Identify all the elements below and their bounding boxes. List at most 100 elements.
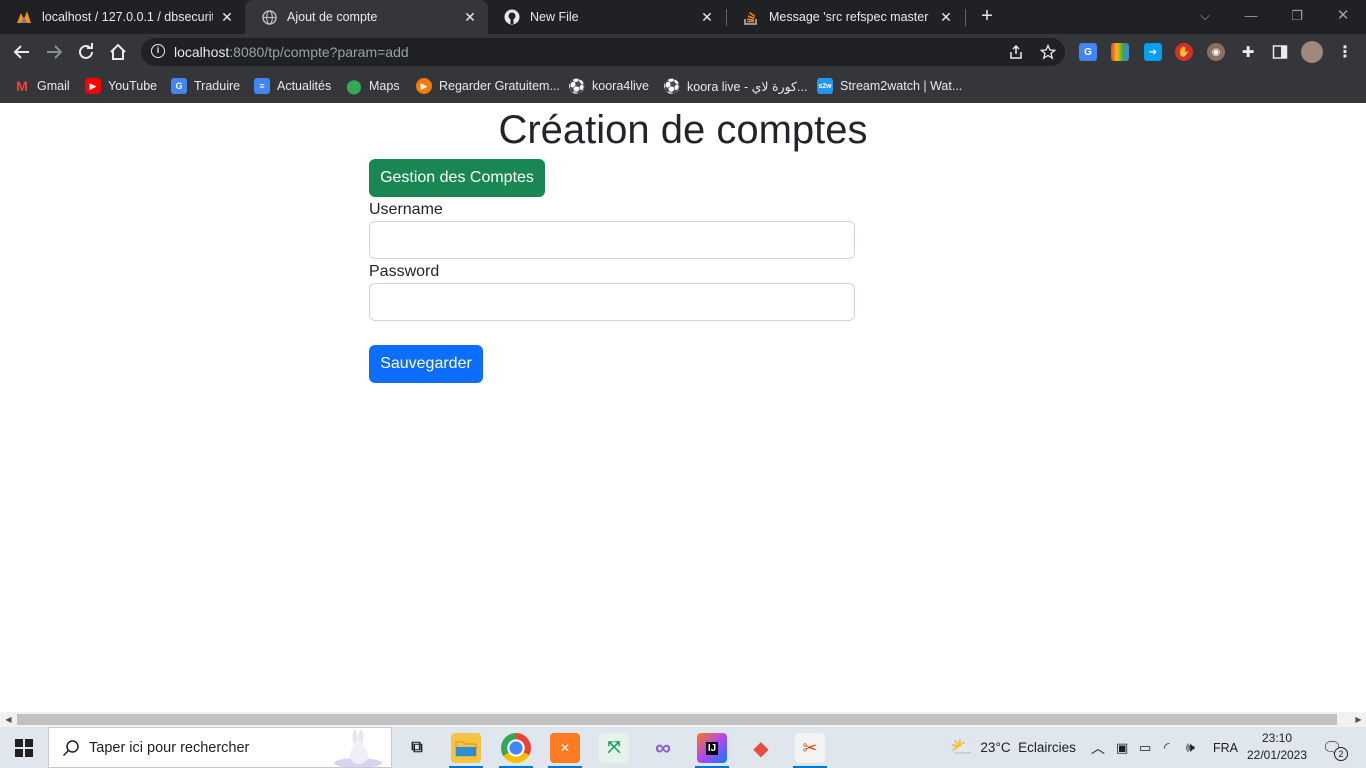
close-icon[interactable]: ✕ <box>699 9 715 25</box>
football-icon: ⚽ <box>568 77 586 94</box>
task-view-icon[interactable]: ⧉ <box>402 733 432 763</box>
tab-title: Ajout de compte <box>287 10 378 24</box>
tools-icon[interactable]: ⤧ <box>599 733 629 763</box>
tab-ajout-de-compte[interactable]: Ajout de compte ✕ <box>245 0 488 34</box>
bookmark-traduire[interactable]: G Traduire <box>171 77 240 95</box>
bookmark-youtube[interactable]: ▶ YouTube <box>85 77 157 95</box>
page-title: Création de comptes <box>498 108 868 152</box>
xampp-icon[interactable]: ✕ <box>550 733 580 763</box>
url-text[interactable]: localhost:8080/tp/compte?param=add <box>174 44 409 60</box>
bookmark-koora-live[interactable]: ⚽ koora live - كورة لاي... <box>663 77 807 95</box>
horizontal-scrollbar[interactable]: ◀ ▶ <box>0 712 1366 727</box>
bookmark-label: YouTube <box>108 79 158 93</box>
minimize-button[interactable]: — <box>1228 6 1274 26</box>
adblock-extension-icon[interactable]: ✋ <box>1175 43 1193 61</box>
reload-icon <box>79 43 93 59</box>
clock-time: 23:10 <box>1261 731 1293 745</box>
username-field[interactable] <box>369 221 855 259</box>
paint-icon[interactable]: ✂ <box>795 733 825 763</box>
show-hidden-icons-icon[interactable]: ︿ <box>1091 727 1105 768</box>
reload-button[interactable] <box>74 40 98 64</box>
bookmark-actualites[interactable]: ≡ Actualités <box>254 77 331 95</box>
restore-button[interactable]: ❐ <box>1274 6 1320 26</box>
kebab-menu-icon[interactable]: ⋮ <box>1336 43 1354 61</box>
star-icon[interactable] <box>1039 43 1057 61</box>
bookmark-gmail[interactable]: M Gmail <box>14 77 70 95</box>
taskbar-search[interactable]: Taper ici pour rechercher <box>48 727 392 768</box>
notifications-button[interactable]: 🗨 2 <box>1322 727 1348 768</box>
chrome-icon[interactable] <box>501 733 531 763</box>
bookmark-label: Regarder Gratuitem... <box>439 79 560 93</box>
side-panel-icon[interactable] <box>1271 43 1289 61</box>
avatar[interactable] <box>1301 41 1323 63</box>
home-button[interactable] <box>106 40 130 64</box>
weather-text: 23°C Eclaircies <box>980 740 1076 755</box>
scrollbar-thumb[interactable] <box>17 714 1337 725</box>
tab-strip: localhost / 127.0.0.1 / dbsecurite ✕ Ajo… <box>0 0 1366 34</box>
bookmark-label: Stream2watch | Wat... <box>840 79 963 93</box>
translate-icon: G <box>171 78 187 94</box>
weather-sun-cloud-icon: ⛅ <box>950 737 973 757</box>
git-kraken-icon[interactable]: ◆ <box>746 733 776 763</box>
password-label: Password <box>369 263 440 280</box>
browser-toolbar: i localhost:8080/tp/compte?param=add G ➔… <box>0 34 1366 70</box>
forward-button[interactable] <box>42 40 66 64</box>
bookmark-regarder[interactable]: ▶ Regarder Gratuitem... <box>416 77 560 95</box>
battery-icon[interactable]: ▭ <box>1139 727 1151 768</box>
manage-accounts-button[interactable]: Gestion des Comptes <box>369 159 545 197</box>
language-indicator[interactable]: FRA <box>1213 727 1238 768</box>
page-content: Création de comptes Gestion des Comptes … <box>0 103 1366 712</box>
close-window-button[interactable]: ✕ <box>1320 6 1366 26</box>
globe-icon <box>261 9 277 25</box>
close-icon[interactable]: ✕ <box>219 9 235 25</box>
tab-stackoverflow[interactable]: Message 'src refspec master doe ✕ <box>727 0 964 34</box>
tab-phpmyadmin[interactable]: localhost / 127.0.0.1 / dbsecurite ✕ <box>0 0 245 34</box>
windows-start-button[interactable] <box>0 727 48 768</box>
bookmark-maps[interactable]: ⬤ Maps <box>346 77 399 95</box>
bookmark-stream2watch[interactable]: s2w Stream2watch | Wat... <box>817 77 962 95</box>
weather-widget[interactable]: ⛅ 23°C Eclaircies <box>950 727 1076 768</box>
scroll-right-icon[interactable]: ▶ <box>1351 712 1366 727</box>
arrow-right-icon <box>47 45 63 59</box>
search-placeholder: Taper ici pour rechercher <box>89 740 250 756</box>
football-icon: ⚽ <box>663 77 681 94</box>
tab-search-chevron-icon[interactable]: ⌵ <box>1182 6 1228 26</box>
close-icon[interactable]: ✕ <box>462 9 478 25</box>
youtube-icon: ▶ <box>85 78 101 94</box>
url-host: localhost <box>174 44 230 60</box>
intellij-icon[interactable]: IJ <box>697 733 727 763</box>
tab-new-file[interactable]: New File ✕ <box>488 0 725 34</box>
face-extension-icon[interactable]: ◉ <box>1207 43 1225 61</box>
volume-icon[interactable]: 🕪 <box>1186 727 1195 768</box>
bookmark-label: Actualités <box>277 79 332 93</box>
clock[interactable]: 23:10 22/01/2023 <box>1245 730 1309 764</box>
back-button[interactable] <box>10 40 34 64</box>
url-path: :8080/tp/compte?param=add <box>229 44 409 60</box>
search-icon <box>62 740 79 757</box>
save-button[interactable]: Sauvegarder <box>369 345 483 383</box>
close-icon[interactable]: ✕ <box>938 9 954 25</box>
meet-now-icon[interactable]: ▣ <box>1116 727 1128 768</box>
tab-title: New File <box>530 10 579 24</box>
address-bar[interactable]: i localhost:8080/tp/compte?param=add <box>141 38 1065 66</box>
file-explorer-icon[interactable] <box>451 733 481 763</box>
bookmark-koora4live[interactable]: ⚽ koora4live <box>568 77 649 95</box>
clock-date: 22/01/2023 <box>1246 748 1308 762</box>
visual-studio-icon[interactable]: ∞ <box>648 733 678 763</box>
scroll-left-icon[interactable]: ◀ <box>1 712 16 727</box>
bookmark-label: Gmail <box>37 79 70 93</box>
puzzle-icon[interactable]: ✚ <box>1239 43 1257 61</box>
translate-extension-icon[interactable]: G <box>1079 43 1097 61</box>
tab-separator <box>965 9 966 26</box>
share-icon[interactable] <box>1007 43 1025 61</box>
color-extension-icon[interactable] <box>1111 43 1129 61</box>
arrow-extension-icon[interactable]: ➔ <box>1144 43 1162 61</box>
bunny-illustration-icon <box>334 730 382 767</box>
bookmark-label: Traduire <box>194 79 241 93</box>
stream-icon: s2w <box>817 78 833 94</box>
wifi-icon[interactable]: ◜ <box>1164 727 1169 768</box>
bookmarks-bar: M Gmail ▶ YouTube G Traduire ≡ Actualité… <box>0 70 1366 103</box>
info-icon[interactable]: i <box>151 44 165 58</box>
password-field[interactable] <box>369 283 855 321</box>
new-tab-button[interactable]: + <box>976 6 998 27</box>
